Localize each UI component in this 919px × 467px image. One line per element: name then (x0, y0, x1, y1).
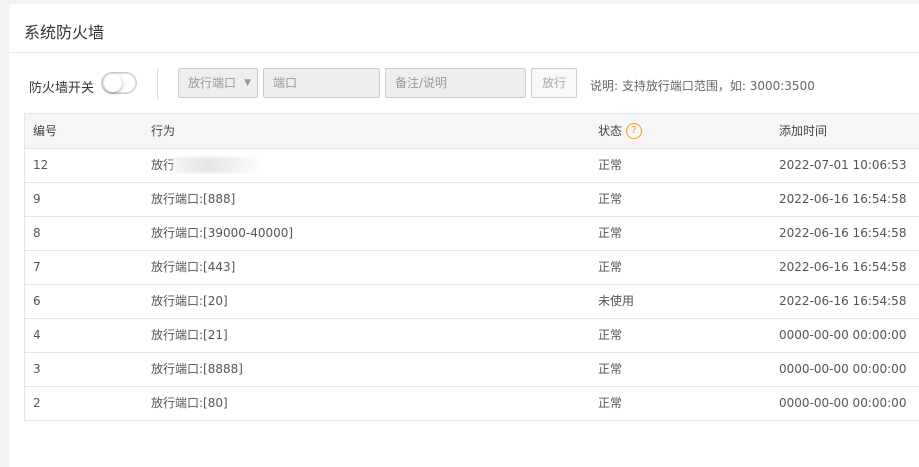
row-id: 6 (33, 294, 41, 308)
row-action: 放行端口:[443] (151, 260, 236, 274)
caret-down-icon: ▼ (244, 78, 251, 88)
row-action: 放行端口:[80] (151, 396, 228, 410)
header-action: 行为 (151, 124, 176, 138)
table-row[interactable]: 7 放行端口:[443] 正常 2022-06-16 16:54:58 (25, 251, 919, 285)
port-input[interactable]: 端口 (263, 68, 380, 98)
header-id: 编号 (33, 124, 58, 138)
table-row[interactable]: 8 放行端口:[39000-40000] 正常 2022-06-16 16:54… (25, 217, 919, 251)
firewall-panel: 系统防火墙 防火墙开关 放行端口 ▼ 端口 备注/说明 放行 说明: 支持放行端… (9, 4, 919, 467)
row-id: 3 (33, 362, 41, 376)
table-row[interactable]: 12 放行 正常 2022-07-01 10:06:53 (25, 149, 919, 183)
row-time: 2022-07-01 10:06:53 (779, 158, 907, 172)
toolbar-divider (157, 68, 158, 100)
title-divider (9, 52, 919, 53)
table-header: 编号 行为 状态? 添加时间 (25, 114, 919, 149)
row-action: 放行 (151, 158, 176, 172)
row-id: 4 (33, 328, 41, 342)
row-time: 0000-00-00 00:00:00 (779, 328, 907, 342)
rule-type-value: 放行端口 (188, 76, 237, 90)
header-status-label: 状态 (598, 124, 623, 138)
row-status: 正常 (598, 192, 623, 206)
rule-type-select[interactable]: 放行端口 ▼ (178, 68, 258, 98)
row-status: 正常 (598, 260, 623, 274)
row-status: 正常 (598, 158, 623, 172)
table-row[interactable]: 2 放行端口:[80] 正常 0000-00-00 00:00:00 (25, 387, 919, 420)
row-id: 7 (33, 260, 41, 274)
row-action: 放行端口:[888] (151, 192, 236, 206)
header-status: 状态? (598, 114, 643, 148)
header-time: 添加时间 (779, 124, 828, 138)
row-time: 2022-06-16 16:54:58 (779, 260, 907, 274)
row-action: 放行端口:[8888] (151, 362, 243, 376)
firewall-switch[interactable] (101, 72, 137, 94)
firewall-switch-label: 防火墙开关 (29, 81, 95, 96)
table-row[interactable]: 9 放行端口:[888] 正常 2022-06-16 16:54:58 (25, 183, 919, 217)
note-placeholder: 备注/说明 (395, 76, 448, 90)
hint-text: 说明: 支持放行端口范围，如: 3000:3500 (590, 79, 815, 93)
row-status: 正常 (598, 226, 623, 240)
row-id: 9 (33, 192, 41, 206)
firewall-rules-table: 编号 行为 状态? 添加时间 12 放行 正常 2022-07-01 10:06… (24, 113, 919, 421)
row-action: 放行端口:[21] (151, 328, 228, 342)
release-button[interactable]: 放行 (531, 68, 577, 98)
row-status: 未使用 (598, 294, 635, 308)
help-icon[interactable]: ? (626, 122, 643, 139)
switch-knob (104, 74, 122, 92)
row-id: 12 (33, 158, 49, 172)
table-row[interactable]: 3 放行端口:[8888] 正常 0000-00-00 00:00:00 (25, 353, 919, 387)
row-time: 2022-06-16 16:54:58 (779, 226, 907, 240)
row-time: 0000-00-00 00:00:00 (779, 362, 907, 376)
port-placeholder: 端口 (273, 76, 298, 90)
row-time: 0000-00-00 00:00:00 (779, 396, 907, 410)
row-status: 正常 (598, 396, 623, 410)
table-row[interactable]: 6 放行端口:[20] 未使用 2022-06-16 16:54:58 (25, 285, 919, 319)
row-id: 8 (33, 226, 41, 240)
row-status: 正常 (598, 362, 623, 376)
row-status: 正常 (598, 328, 623, 342)
page-title: 系统防火墙 (24, 23, 105, 42)
row-action: 放行端口:[20] (151, 294, 228, 308)
row-action: 放行端口:[39000-40000] (151, 226, 294, 240)
firewall-toolbar: 防火墙开关 放行端口 ▼ 端口 备注/说明 放行 说明: 支持放行端口范围，如:… (9, 68, 919, 100)
row-time: 2022-06-16 16:54:58 (779, 192, 907, 206)
table-row[interactable]: 4 放行端口:[21] 正常 0000-00-00 00:00:00 (25, 319, 919, 353)
row-id: 2 (33, 396, 41, 410)
note-input[interactable]: 备注/说明 (385, 68, 526, 98)
row-time: 2022-06-16 16:54:58 (779, 294, 907, 308)
redacted-blur (173, 157, 257, 173)
